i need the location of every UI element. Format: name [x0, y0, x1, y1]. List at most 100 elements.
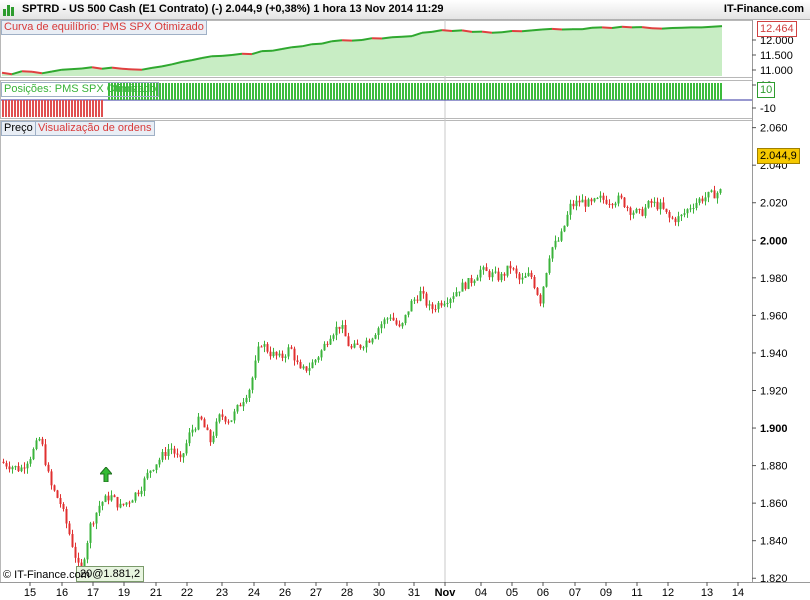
candle-body: [677, 216, 680, 223]
candle-body: [272, 351, 275, 357]
candle-body: [467, 278, 470, 289]
position-long-bar: [192, 83, 194, 100]
position-short-bar: [95, 100, 97, 117]
position-long-bar: [591, 83, 593, 100]
candle-body: [89, 523, 92, 543]
candle-body: [623, 197, 626, 207]
candle-body: [479, 269, 482, 278]
equity-segment: [441, 29, 453, 32]
position-long-bar: [690, 83, 692, 100]
position-long-bar: [570, 83, 572, 100]
position-long-bar: [687, 83, 689, 100]
equity-segment: [661, 27, 673, 30]
candle-body: [635, 209, 638, 213]
position-long-bar: [537, 83, 539, 100]
position-long-bar: [705, 83, 707, 100]
candle-body: [314, 359, 317, 363]
candle-body: [500, 273, 503, 281]
position-long-bar: [585, 83, 587, 100]
position-long-bar: [531, 83, 533, 100]
x-tick-label: 12: [662, 587, 674, 599]
equity-segment: [311, 42, 323, 46]
candle-body: [455, 292, 458, 297]
price-y-tick-label: 1.860: [760, 498, 788, 510]
position-long-bar: [672, 83, 674, 100]
position-long-bar: [516, 83, 518, 100]
positions-panel-label[interactable]: Posições: PMS SPX Otimizado: [1, 82, 160, 97]
candle-body: [323, 343, 326, 351]
position-long-bar: [576, 83, 578, 100]
position-long-bar: [612, 83, 614, 100]
position-long-bar: [399, 83, 401, 100]
candle-body: [452, 296, 455, 299]
candle-body: [545, 273, 548, 287]
candle-body: [644, 207, 647, 216]
candle-body: [263, 344, 266, 347]
candle-body: [242, 402, 245, 407]
candle-body: [518, 273, 521, 280]
equity-segment: [711, 25, 723, 28]
candle-body: [284, 356, 287, 358]
position-long-bar: [204, 83, 206, 100]
candle-body: [413, 299, 416, 301]
candle-body: [251, 377, 254, 390]
candle-body: [200, 416, 203, 420]
position-long-bar: [267, 83, 269, 100]
orders-panel-label[interactable]: Visualização de ordens: [35, 121, 155, 136]
equity-segment: [491, 31, 503, 34]
position-long-bar: [462, 83, 464, 100]
candle-body: [593, 198, 596, 202]
candle-body: [149, 470, 152, 473]
position-short-bar: [38, 100, 40, 117]
candle-body: [293, 348, 296, 361]
candle-body: [521, 277, 524, 280]
candle-body: [674, 218, 677, 223]
candle-body: [164, 452, 167, 456]
position-long-bar: [495, 83, 497, 100]
candle-body: [395, 320, 398, 325]
position-short-bar: [68, 100, 70, 117]
position-long-bar: [270, 83, 272, 100]
candle-body: [119, 503, 122, 508]
x-tick-label: 04: [475, 587, 487, 599]
price-panel-label[interactable]: Preço: [1, 121, 36, 136]
equity-y-tick-label: 11.000: [760, 65, 793, 77]
position-long-bar: [351, 83, 353, 100]
price-y-tick-label: 2.060: [760, 123, 788, 135]
candle-body: [62, 504, 65, 509]
brand-name: IT-Finance.com: [723, 3, 804, 15]
chart-title: SPTRD - US 500 Cash (E1 Contrato) (-) 2.…: [22, 3, 444, 15]
candle-body: [344, 325, 347, 337]
candle-body: [140, 490, 143, 495]
candle-body: [110, 495, 113, 501]
candle-body: [380, 324, 383, 329]
position-long-bar: [234, 83, 236, 100]
candle-body: [599, 195, 602, 198]
candle-body: [53, 485, 56, 491]
position-long-bar: [600, 83, 602, 100]
candle-body: [590, 199, 593, 202]
position-long-bar: [228, 83, 230, 100]
equity-segment: [351, 39, 363, 42]
candle-body: [629, 207, 632, 215]
position-short-bar: [77, 100, 79, 117]
x-tick-label: 15: [24, 587, 36, 599]
position-long-bar: [456, 83, 458, 100]
position-short-bar: [101, 100, 103, 117]
position-long-bar: [387, 83, 389, 100]
candle-body: [422, 291, 425, 294]
x-tick-label: 24: [248, 587, 260, 599]
position-long-bar: [273, 83, 275, 100]
candle-body: [584, 199, 587, 207]
equity-panel-label[interactable]: Curva de equilíbrio: PMS SPX Otimizado: [1, 20, 207, 35]
candle-body: [179, 454, 182, 458]
position-long-bar: [225, 83, 227, 100]
candle-body: [95, 512, 98, 524]
position-short-bar: [71, 100, 73, 117]
position-long-bar: [684, 83, 686, 100]
position-long-bar: [480, 83, 482, 100]
position-long-bar: [402, 83, 404, 100]
candle-body: [20, 467, 23, 472]
buy-arrow-icon[interactable]: [100, 467, 112, 482]
position-short-bar: [86, 100, 88, 117]
